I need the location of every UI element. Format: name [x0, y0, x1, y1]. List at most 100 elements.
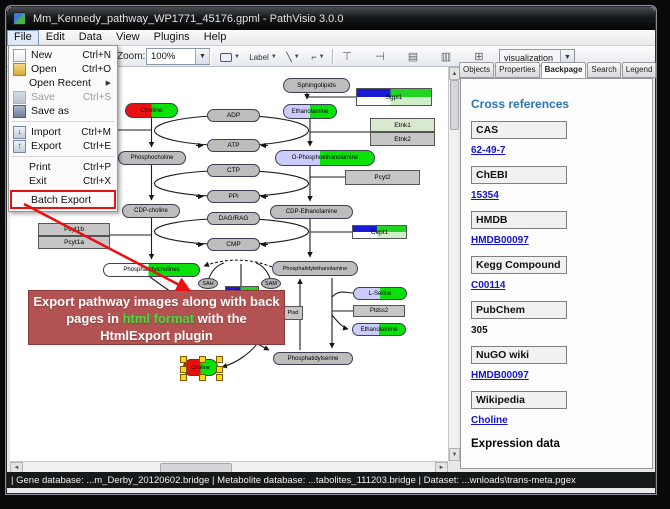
tab-legend[interactable]: Legend — [622, 62, 656, 78]
status-text: | Gene database: ...m_Derby_20120602.bri… — [11, 475, 576, 486]
common-width-icon[interactable]: ▥ — [438, 48, 454, 64]
file-menu-item-save-as[interactable]: Save as — [10, 104, 116, 118]
section-link[interactable]: HMDB00097 — [471, 235, 642, 246]
section-link[interactable]: 62-49-7 — [471, 145, 642, 156]
line-icon: ╲ — [286, 52, 291, 63]
section-link[interactable]: C00114 — [471, 280, 642, 291]
node-cdp-ethanolamine[interactable]: CDP-Ethanolamine — [270, 205, 353, 219]
menu-edit[interactable]: Edit — [39, 30, 72, 46]
tab-backpage[interactable]: Backpage — [541, 62, 587, 78]
node-etnk1[interactable]: Etnk1 — [370, 118, 435, 132]
menu-item-shortcut: Ctrl+E — [83, 141, 111, 152]
node-pcyt2[interactable]: Pcyt2 — [345, 170, 420, 185]
new-datanode-button[interactable]: ▼ — [214, 48, 246, 66]
file-menu-item-save[interactable]: Save Ctrl+S — [10, 90, 116, 104]
section-header: Kegg Compound — [471, 256, 567, 274]
title-bar[interactable]: Mm_Kennedy_pathway_WP1771_45176.gpml - P… — [7, 7, 655, 30]
node-o-phosphoethanolamine[interactable]: O-Phosphoethanolamine — [275, 150, 375, 166]
node-label: CTP — [227, 167, 240, 174]
node-pcyt1a[interactable]: Pcyt1a — [38, 236, 110, 249]
node-ppi[interactable]: PPi — [207, 190, 260, 203]
node-choline[interactable]: Choline — [125, 103, 178, 118]
new-label-button[interactable]: Label ▼ — [243, 48, 283, 66]
selection-handle[interactable] — [180, 366, 187, 373]
node-cmp[interactable]: CMP — [207, 238, 260, 251]
menu-view[interactable]: View — [109, 30, 147, 46]
node-label: DAG/RAG — [219, 215, 249, 222]
menu-plugins[interactable]: Plugins — [147, 30, 197, 46]
node-phosphatidylserine[interactable]: Phosphatidylserine — [273, 352, 353, 365]
node-sam[interactable]: SAM — [261, 278, 281, 289]
file-menu-item-new[interactable]: NewCtrl+N — [10, 48, 116, 62]
label-button-text: Label — [249, 53, 269, 62]
menu-help[interactable]: Help — [197, 30, 234, 46]
window-title: Mm_Kennedy_pathway_WP1771_45176.gpml - P… — [33, 13, 343, 25]
tab-objects[interactable]: Objects — [459, 62, 494, 78]
selection-handle[interactable] — [180, 356, 187, 363]
section-link[interactable]: HMDB00097 — [471, 370, 642, 381]
vscroll-thumb[interactable] — [450, 80, 459, 130]
tab-properties[interactable]: Properties — [495, 62, 539, 78]
backpage-section-cas: CAS62-49-7 — [471, 121, 642, 156]
zoom-value: 100% — [151, 51, 175, 62]
toolbar-separator — [332, 49, 334, 64]
node-label: Ethanolamine — [361, 327, 398, 333]
node-label: Cept1 — [371, 229, 388, 236]
node-sgpl1[interactable]: Sgpl1 — [356, 88, 432, 106]
node-etnk2[interactable]: Etnk2 — [370, 132, 435, 146]
annotation-callout: Export pathway images along with back pa… — [28, 290, 285, 345]
menu-file[interactable]: File — [7, 30, 39, 46]
file-menu-item-open[interactable]: OpenCtrl+O — [10, 62, 116, 76]
menu-item-label: Open — [31, 63, 57, 75]
new-connector-button[interactable]: ⌐ ▼ — [303, 48, 333, 66]
chevron-down-icon: ▼ — [319, 54, 325, 60]
scroll-down-icon[interactable]: ▼ — [449, 448, 460, 461]
selection-handle[interactable] — [216, 356, 223, 363]
node-phosphatidylethanolamine[interactable]: Phosphatidylethanolamine — [272, 261, 358, 276]
section-link[interactable]: 15354 — [471, 190, 642, 201]
node-sphingolipids[interactable]: Sphingolipids — [283, 78, 350, 93]
selection-handle[interactable] — [199, 356, 206, 363]
horizontal-scrollbar[interactable]: ◄ ► — [10, 461, 448, 472]
node-adp[interactable]: ADP — [207, 109, 260, 122]
selection-handle[interactable] — [216, 366, 223, 373]
node-ctp[interactable]: CTP — [207, 164, 260, 177]
menu-item-shortcut: Ctrl+S — [83, 92, 111, 103]
node-dag-rag[interactable]: DAG/RAG — [207, 212, 260, 225]
node-cept1[interactable]: Cept1 — [352, 225, 407, 239]
node-ethanolamine[interactable]: Ethanolamine — [283, 104, 337, 119]
node-atp[interactable]: ATP — [207, 139, 260, 152]
node-pcyt1b[interactable]: Pcyt1b — [38, 223, 110, 236]
selection-handle[interactable] — [199, 374, 206, 381]
node-phosphatidylcholines[interactable]: Phosphatidylcholines — [103, 263, 200, 277]
node-l-serine[interactable]: L-Serine — [353, 287, 407, 300]
node-cdp-choline[interactable]: CDP-choline — [122, 204, 180, 218]
menu-data[interactable]: Data — [72, 30, 109, 46]
chevron-down-icon[interactable]: ▼ — [195, 49, 209, 64]
file-menu-item-export[interactable]: ↑ExportCtrl+E — [10, 139, 116, 153]
file-menu-item-open-recent[interactable]: Open Recent▶ — [10, 76, 116, 90]
node-ptdss2[interactable]: Ptdss2 — [353, 305, 405, 317]
file-menu-item-exit[interactable]: ExitCtrl+X — [10, 174, 116, 188]
file-menu-item-print[interactable]: PrintCtrl+P — [10, 160, 116, 174]
zoom-combobox[interactable]: 100% ▼ — [146, 48, 210, 65]
node-label: Ptdss2 — [370, 308, 388, 314]
selection-handle[interactable] — [216, 374, 223, 381]
node-sah[interactable]: SAH — [198, 278, 218, 289]
backpage-panel[interactable]: Cross references CAS62-49-7ChEBI15354HMD… — [460, 78, 653, 469]
file-menu-item-import[interactable]: ↓ImportCtrl+M — [10, 125, 116, 139]
section-link[interactable]: Choline — [471, 415, 642, 426]
app-icon — [13, 12, 26, 25]
align-center-y-icon[interactable]: ⊣ — [372, 48, 388, 64]
align-center-x-icon[interactable]: ⊤ — [339, 48, 355, 64]
node-phosphocholine[interactable]: Phosphocholine — [118, 151, 186, 165]
menu-item-label: Save — [31, 91, 55, 103]
selection-handle[interactable] — [180, 374, 187, 381]
menu-item-label: Save as — [31, 105, 69, 117]
common-height-icon[interactable]: ▤ — [405, 48, 421, 64]
file-menu-item-batch-export[interactable]: Batch Export — [10, 190, 116, 209]
node-pisd[interactable]: Pisd — [283, 306, 303, 320]
vertical-scrollbar[interactable]: ▲ ▼ — [448, 67, 458, 461]
tab-search[interactable]: Search — [587, 62, 620, 78]
node-ethanolamine[interactable]: Ethanolamine — [352, 323, 406, 336]
